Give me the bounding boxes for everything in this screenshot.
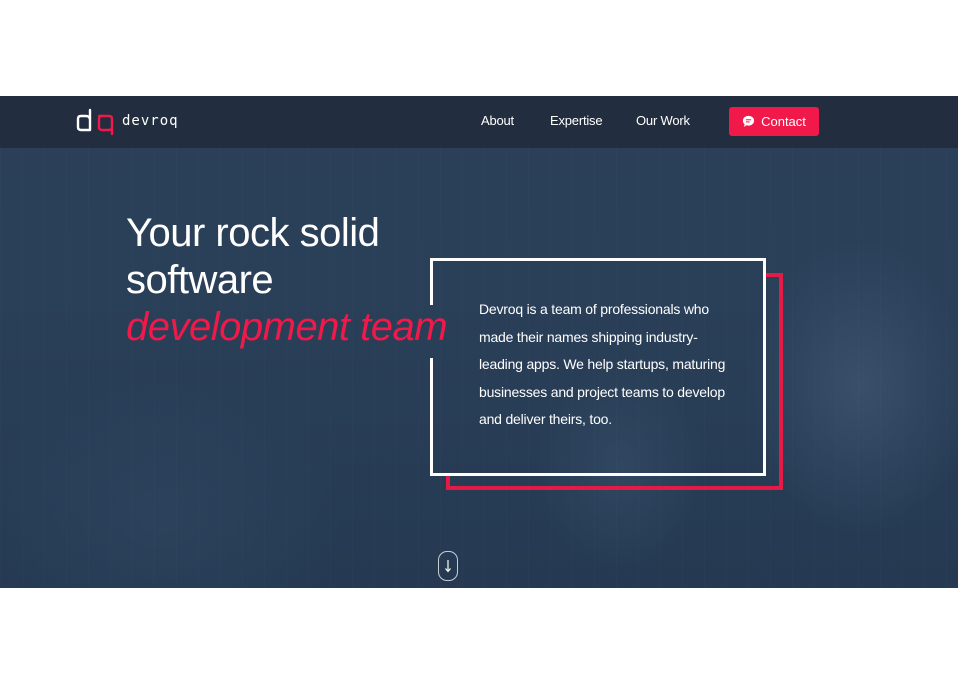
logo-text: devroq bbox=[122, 113, 179, 129]
dq-logo-icon bbox=[76, 108, 114, 136]
logo[interactable]: devroq bbox=[76, 106, 179, 136]
contact-label: Contact bbox=[761, 114, 806, 129]
hero-description: Devroq is a team of professionals who ma… bbox=[479, 301, 726, 427]
nav-about[interactable]: About bbox=[481, 113, 514, 128]
contact-button[interactable]: Contact bbox=[729, 107, 819, 136]
page: devroq About Expertise Our Work Contact … bbox=[0, 0, 958, 685]
arrow-down-icon bbox=[445, 560, 451, 573]
headline-accent: development team bbox=[126, 305, 448, 349]
headline-line-1: Your rock solid bbox=[126, 211, 380, 255]
chat-bubble-icon bbox=[743, 115, 755, 127]
frame-left-bottom bbox=[430, 358, 433, 473]
hero-headline: Your rock solid software development tea… bbox=[126, 210, 448, 351]
headline-line-2: software bbox=[126, 258, 274, 302]
nav-our-work[interactable]: Our Work bbox=[636, 113, 690, 128]
scroll-down-button[interactable] bbox=[438, 551, 458, 581]
frame-left-top bbox=[430, 261, 433, 305]
nav-expertise[interactable]: Expertise bbox=[550, 113, 603, 128]
